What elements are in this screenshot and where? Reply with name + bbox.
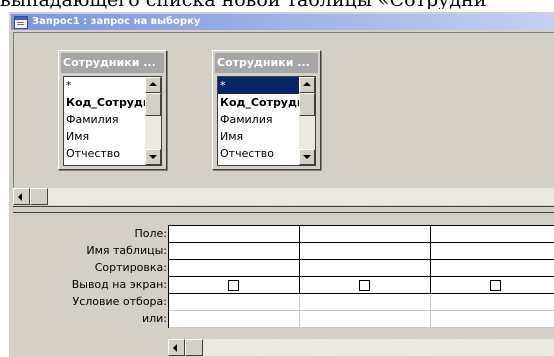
scroll-up-button[interactable]: [299, 77, 315, 93]
grid-row-labels: Поле: Имя таблицы: Сортировка: Вывод на …: [13, 225, 167, 327]
table-pane[interactable]: Сотрудники ... * Код_Сотрудн Фамилия Имя…: [13, 32, 554, 188]
scroll-up-arrow-icon: [303, 82, 311, 86]
field-item-employee-id[interactable]: Код_Сотрудн: [64, 94, 145, 111]
field-item-all[interactable]: *: [218, 77, 299, 94]
field-item-all[interactable]: *: [64, 77, 145, 94]
scroll-left-button[interactable]: [13, 188, 30, 205]
scroll-up-button[interactable]: [145, 77, 161, 93]
row-label-sort: Сортировка:: [94, 261, 167, 274]
row-label-criteria: Условие отбора:: [72, 295, 168, 308]
grid-cell[interactable]: [300, 226, 431, 243]
design-grid-pane: Поле: Имя таблицы: Сортировка: Вывод на …: [13, 213, 554, 357]
field-list-body[interactable]: * Код_Сотрудн Фамилия Имя Отчество: [63, 76, 162, 166]
window-titlebar[interactable]: Запрос1 : запрос на выборку: [11, 14, 554, 30]
grid-cell[interactable]: [431, 260, 554, 277]
field-item-patronymic[interactable]: Отчество: [64, 145, 145, 162]
grid-row-criteria: [169, 294, 554, 311]
grid-cell[interactable]: [431, 243, 554, 260]
grid-row-sort: [169, 260, 554, 277]
field-list-vertical-scrollbar[interactable]: [145, 77, 161, 165]
pane-splitter[interactable]: [13, 206, 554, 213]
grid-row-field: [169, 226, 554, 243]
show-checkbox[interactable]: [490, 280, 501, 291]
grid-cell[interactable]: [300, 311, 431, 328]
field-list-employees-1[interactable]: Сотрудники ... * Код_Сотрудн Фамилия Имя…: [58, 50, 167, 170]
show-checkbox[interactable]: [228, 280, 239, 291]
field-list-vertical-scrollbar[interactable]: [299, 77, 315, 165]
grid-cell[interactable]: [169, 277, 300, 294]
scroll-thumb[interactable]: [185, 339, 203, 356]
grid-cell[interactable]: [300, 277, 431, 294]
grid-cell[interactable]: [431, 294, 554, 311]
grid-cell[interactable]: [169, 260, 300, 277]
scroll-up-arrow-icon: [149, 82, 157, 86]
grid-horizontal-scrollbar[interactable]: [168, 339, 554, 356]
field-item-last-name[interactable]: Фамилия: [218, 111, 299, 128]
grid-cell[interactable]: [431, 277, 554, 294]
field-item-last-name[interactable]: Фамилия: [64, 111, 145, 128]
scroll-left-arrow-icon: [18, 193, 22, 201]
grid-cell[interactable]: [169, 294, 300, 311]
query-design-window: Запрос1 : запрос на выборку Сотрудники .…: [8, 11, 554, 357]
grid-cell[interactable]: [431, 311, 554, 328]
query-window-icon: [14, 16, 28, 29]
grid-cell[interactable]: [300, 243, 431, 260]
field-item-first-name[interactable]: Имя: [64, 128, 145, 145]
grid-cell[interactable]: [300, 260, 431, 277]
field-list-body[interactable]: * Код_Сотрудн Фамилия Имя Отчество: [217, 76, 316, 166]
scroll-down-button[interactable]: [145, 149, 161, 165]
row-label-show: Вывод на экран:: [71, 278, 167, 291]
row-label-or: или:: [141, 312, 167, 325]
query-design-grid[interactable]: [168, 225, 554, 328]
grid-row-table-name: [169, 243, 554, 260]
row-label-field: Поле:: [134, 227, 167, 240]
grid-cell[interactable]: [300, 294, 431, 311]
scroll-thumb[interactable]: [145, 93, 161, 116]
scroll-left-arrow-icon: [173, 344, 177, 352]
scroll-down-arrow-icon: [149, 155, 157, 159]
field-list-title[interactable]: Сотрудники ...: [215, 53, 318, 73]
field-list-items: * Код_Сотрудн Фамилия Имя Отчество: [218, 77, 299, 162]
grid-cell[interactable]: [169, 243, 300, 260]
scroll-down-arrow-icon: [303, 155, 311, 159]
grid-cell[interactable]: [169, 311, 300, 328]
field-item-first-name[interactable]: Имя: [218, 128, 299, 145]
scroll-thumb[interactable]: [299, 93, 315, 116]
field-list-title[interactable]: Сотрудники ...: [61, 53, 164, 73]
grid-row-or: [169, 311, 554, 328]
scroll-down-button[interactable]: [299, 149, 315, 165]
scroll-thumb[interactable]: [30, 188, 48, 205]
grid-cell[interactable]: [431, 226, 554, 243]
field-list-items: * Код_Сотрудн Фамилия Имя Отчество: [64, 77, 145, 162]
document-text-fragment: выпадающего списка новой таблицы «Сотруд…: [0, 0, 554, 9]
grid-row-show: [169, 277, 554, 294]
show-checkbox[interactable]: [359, 280, 370, 291]
field-list-employees-2[interactable]: Сотрудники ... * Код_Сотрудн Фамилия Имя…: [212, 50, 321, 170]
scroll-left-button[interactable]: [168, 339, 185, 356]
grid-cell[interactable]: [169, 226, 300, 243]
window-title: Запрос1 : запрос на выборку: [32, 16, 201, 27]
row-label-table-name: Имя таблицы:: [86, 244, 167, 257]
table-pane-horizontal-scrollbar[interactable]: [13, 188, 554, 205]
field-item-employee-id[interactable]: Код_Сотрудн: [218, 94, 299, 111]
field-item-patronymic[interactable]: Отчество: [218, 145, 299, 162]
